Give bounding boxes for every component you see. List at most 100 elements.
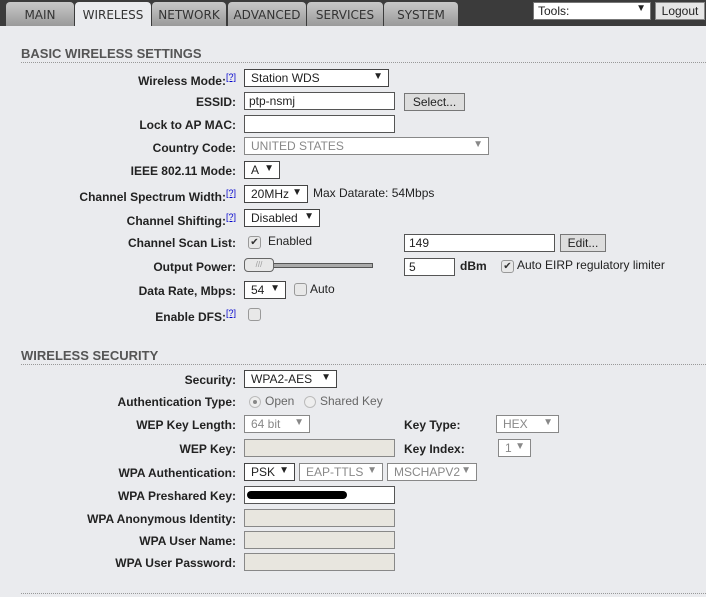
security-select[interactable]: WPA2-AES ▼ (244, 370, 337, 388)
enable-dfs-checkbox[interactable] (248, 308, 261, 321)
help-link[interactable]: [?] (226, 188, 236, 198)
scan-list-input[interactable]: 149 (404, 234, 555, 252)
data-rate-select[interactable]: 54 ▼ (244, 281, 286, 299)
data-rate-auto-label: Auto (310, 282, 335, 296)
tab-advanced[interactable]: ADVANCED (228, 2, 306, 26)
key-type-value: HEX (503, 417, 528, 431)
channel-shifting-label: Channel Shifting:[?] (0, 212, 236, 228)
chevron-down-icon: ▼ (461, 465, 471, 476)
key-type-select[interactable]: HEX ▼ (496, 415, 559, 433)
lock-ap-mac-input[interactable] (244, 115, 395, 133)
redacted-mark (247, 491, 347, 499)
edit-button[interactable]: Edit... (560, 234, 606, 252)
channel-shifting-select[interactable]: Disabled ▼ (244, 209, 320, 227)
ieee-mode-label: IEEE 802.11 Mode: (130, 164, 236, 178)
open-label: Open (265, 394, 295, 408)
tab-wireless[interactable]: WIRELESS (75, 2, 151, 26)
wireless-mode-select[interactable]: Station WDS ▼ (244, 69, 389, 87)
spectrum-width-select[interactable]: 20MHz ▼ (244, 185, 308, 203)
divider (21, 364, 706, 365)
auth-type-label: Authentication Type: (117, 395, 236, 409)
basic-wireless-heading: BASIC WIRELESS SETTINGS (21, 46, 202, 61)
chevron-down-icon: ▼ (294, 417, 304, 428)
data-rate-auto-checkbox[interactable] (294, 283, 307, 296)
spectrum-width-label-text: Channel Spectrum Width: (79, 190, 226, 204)
tools-label: Tools: (538, 4, 570, 18)
eirp-checkbox[interactable]: ✔ (501, 260, 514, 273)
wpa-password-input[interactable] (244, 553, 395, 571)
chevron-down-icon: ▼ (304, 211, 314, 222)
wireless-mode-label-text: Wireless Mode: (138, 74, 226, 88)
select-button[interactable]: Select... (404, 93, 465, 111)
inner-auth-select[interactable]: MSCHAPV2 ▼ (387, 463, 477, 481)
output-power-input[interactable]: 5 (404, 258, 455, 276)
channel-shifting-value: Disabled (251, 211, 298, 225)
tab-services[interactable]: SERVICES (307, 2, 383, 26)
wep-key-length-select[interactable]: 64 bit ▼ (244, 415, 310, 433)
channel-shifting-label-text: Channel Shifting: (126, 214, 226, 228)
wep-key-label: WEP Key: (179, 442, 236, 456)
essid-input[interactable]: ptp-nsmj (244, 92, 395, 110)
ieee-mode-value: A (251, 163, 260, 177)
top-nav-bar: MAIN WIRELESS NETWORK ADVANCED SERVICES … (0, 0, 706, 26)
wpa-auth-value: PSK (251, 465, 276, 479)
eap-select[interactable]: EAP-TTLS ▼ (299, 463, 383, 481)
key-index-select[interactable]: 1 ▼ (498, 439, 531, 457)
divider (21, 62, 706, 63)
data-rate-label: Data Rate, Mbps: (138, 284, 236, 298)
wep-key-input[interactable] (244, 439, 395, 457)
scan-enabled-text: Enabled (268, 234, 313, 248)
spectrum-width-label: Channel Spectrum Width:[?] (0, 188, 236, 204)
divider (21, 593, 706, 594)
security-label: Security: (184, 373, 236, 387)
help-link[interactable]: [?] (226, 212, 236, 222)
chevron-down-icon: ▼ (636, 3, 646, 14)
chevron-down-icon: ▼ (543, 417, 553, 428)
chevron-down-icon: ▼ (292, 187, 302, 198)
anon-identity-label: WPA Anonymous Identity: (87, 512, 236, 526)
open-radio[interactable] (249, 396, 261, 408)
scan-list-checkbox[interactable]: ✔ (248, 236, 261, 249)
wpa-auth-select[interactable]: PSK ▼ (244, 463, 295, 481)
logout-button[interactable]: Logout (655, 2, 705, 20)
key-index-value: 1 (505, 441, 512, 455)
scan-list-label: Channel Scan List: (127, 236, 236, 250)
wpa-user-label: WPA User Name: (139, 534, 236, 548)
eirp-label: Auto EIRP regulatory limiter (517, 258, 665, 272)
anon-identity-input[interactable] (244, 509, 395, 527)
key-index-label: Key Index: (404, 442, 465, 456)
chevron-down-icon: ▼ (279, 465, 289, 476)
tab-system[interactable]: SYSTEM (384, 2, 458, 26)
chevron-down-icon: ▼ (473, 139, 483, 150)
chevron-down-icon: ▼ (321, 372, 331, 383)
data-rate-value: 54 (251, 283, 265, 297)
max-datarate-text: Max Datarate: 54Mbps (313, 186, 435, 200)
wireless-mode-label: Wireless Mode:[?] (0, 72, 236, 88)
help-link[interactable]: [?] (226, 308, 236, 318)
wpa-psk-input[interactable] (244, 486, 395, 504)
wpa-user-input[interactable] (244, 531, 395, 549)
chevron-down-icon: ▼ (373, 71, 383, 82)
slider-handle[interactable]: /// (244, 258, 274, 272)
wep-key-length-value: 64 bit (251, 417, 281, 431)
inner-auth-value: MSCHAPV2 (394, 465, 461, 479)
lock-ap-mac-label: Lock to AP MAC: (139, 118, 236, 132)
chevron-down-icon: ▼ (264, 163, 274, 174)
help-link[interactable]: [?] (226, 72, 236, 82)
security-value: WPA2-AES (251, 372, 313, 386)
spectrum-width-value: 20MHz (251, 187, 290, 201)
tab-main[interactable]: MAIN (6, 2, 74, 26)
chevron-down-icon: ▼ (270, 283, 280, 294)
chevron-down-icon: ▼ (367, 465, 377, 476)
wireless-security-heading: WIRELESS SECURITY (21, 348, 159, 363)
wireless-mode-value: Station WDS (251, 71, 320, 85)
enable-dfs-label: Enable DFS:[?] (0, 308, 236, 324)
shared-key-radio[interactable] (304, 396, 316, 408)
ieee-mode-select[interactable]: A ▼ (244, 161, 280, 179)
country-code-select[interactable]: UNITED STATES ▼ (244, 137, 489, 155)
tab-network[interactable]: NETWORK (152, 2, 226, 26)
country-code-label: Country Code: (152, 141, 236, 155)
dbm-unit: dBm (460, 259, 487, 273)
enable-dfs-label-text: Enable DFS: (155, 310, 226, 324)
tools-dropdown[interactable]: Tools: ▼ (533, 2, 651, 20)
